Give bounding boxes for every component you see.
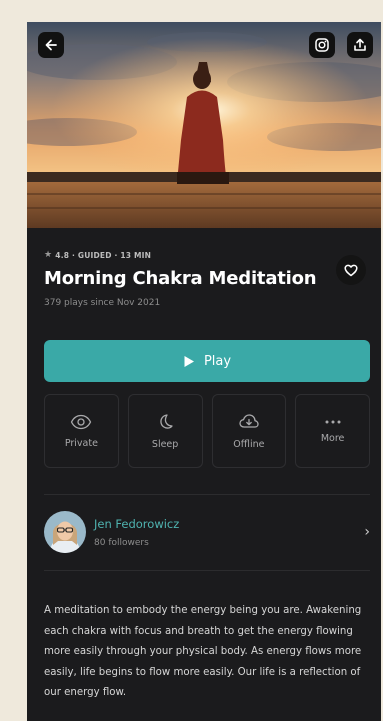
cloud-download-icon (239, 413, 259, 428)
moon-icon (160, 413, 173, 429)
action-row: Private Sleep Offline More (44, 394, 370, 468)
private-button[interactable]: Private (44, 394, 119, 468)
private-label: Private (64, 437, 98, 449)
play-button[interactable]: Play (44, 340, 370, 382)
back-button[interactable] (38, 32, 64, 58)
author-name[interactable]: Jen Fedorowicz (94, 517, 364, 531)
offline-button[interactable]: Offline (211, 394, 287, 468)
play-count: 379 plays since Nov 2021 (44, 298, 161, 308)
session-meta-text: 4.8 · GUIDED · 13 MIN (55, 250, 152, 260)
avatar (44, 511, 86, 553)
play-button-label: Play (203, 353, 232, 369)
play-icon (184, 355, 194, 367)
hero-image (27, 22, 381, 228)
star-icon: ★ (44, 250, 53, 260)
favorite-button[interactable] (336, 255, 366, 285)
sleep-label: Sleep (151, 438, 179, 450)
sleep-button[interactable]: Sleep (127, 394, 203, 468)
author-followers: 80 followers (94, 537, 149, 548)
session-info: ★ 4.8 · GUIDED · 13 MIN Morning Chakra M… (44, 250, 367, 308)
divider (44, 494, 370, 495)
session-meta: ★ 4.8 · GUIDED · 13 MIN (44, 250, 367, 260)
chevron-right-icon: › (364, 524, 370, 540)
session-description: A meditation to embody the energy being … (44, 605, 362, 699)
arrow-left-icon (45, 39, 57, 51)
more-button[interactable]: More (295, 394, 370, 468)
share-icon (354, 38, 366, 51)
share-button[interactable] (347, 32, 373, 58)
eye-icon (71, 414, 92, 429)
heart-icon (344, 264, 358, 276)
page-title: Morning Chakra Meditation (44, 268, 317, 289)
divider (44, 570, 370, 571)
ellipsis-icon (325, 420, 341, 423)
author-info: Jen Fedorowicz 80 followers (94, 517, 364, 548)
session-screen: ★ 4.8 · GUIDED · 13 MIN Morning Chakra M… (27, 22, 381, 721)
instagram-share-button[interactable] (309, 32, 335, 58)
author-row[interactable]: Jen Fedorowicz 80 followers › (44, 509, 370, 555)
offline-label: Offline (233, 438, 265, 450)
instagram-icon (315, 38, 329, 52)
more-label: More (320, 432, 345, 444)
